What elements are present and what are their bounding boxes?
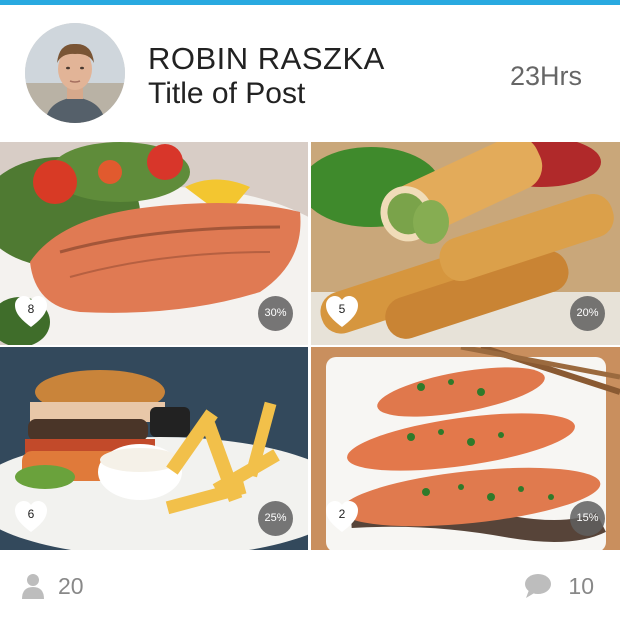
comments-counter[interactable]: 10 bbox=[524, 572, 594, 600]
like-button[interactable]: 8 bbox=[13, 294, 49, 330]
photo-tile-salmon-salad[interactable]: 8 30% bbox=[0, 142, 308, 345]
post-header: ROBIN RASZKA Title of Post 23Hrs bbox=[0, 5, 620, 142]
avatar-photo bbox=[25, 23, 125, 123]
photo-grid: 8 30% 5 20% 6 25% 2 15% bbox=[0, 142, 620, 550]
post-card: ROBIN RASZKA Title of Post 23Hrs 8 30% 5… bbox=[0, 0, 620, 620]
person-icon bbox=[22, 574, 44, 599]
percent-badge: 15% bbox=[570, 501, 605, 536]
like-count: 2 bbox=[338, 507, 346, 521]
like-count: 6 bbox=[27, 507, 35, 521]
followers-count: 20 bbox=[58, 573, 84, 599]
post-timestamp: 23Hrs bbox=[509, 61, 582, 91]
like-count: 8 bbox=[27, 302, 35, 316]
percent-badge: 20% bbox=[570, 296, 605, 331]
photo-tile-glazed-salmon[interactable]: 2 15% bbox=[311, 347, 620, 550]
like-button[interactable]: 2 bbox=[324, 499, 360, 535]
avatar[interactable] bbox=[25, 23, 125, 123]
like-button[interactable]: 5 bbox=[324, 294, 360, 330]
post-footer: 20 10 bbox=[0, 550, 620, 620]
photo-tile-spring-rolls[interactable]: 5 20% bbox=[311, 142, 620, 345]
author-name[interactable]: ROBIN RASZKA bbox=[148, 42, 385, 76]
like-button[interactable]: 6 bbox=[13, 499, 49, 535]
percent-badge: 25% bbox=[258, 501, 293, 536]
speech-bubble-icon bbox=[525, 574, 551, 598]
percent-badge: 30% bbox=[258, 296, 293, 331]
photo-tile-burger-fries[interactable]: 6 25% bbox=[0, 347, 308, 550]
post-title[interactable]: Title of Post bbox=[148, 77, 305, 111]
like-count: 5 bbox=[338, 302, 346, 316]
comments-count: 10 bbox=[568, 573, 594, 599]
